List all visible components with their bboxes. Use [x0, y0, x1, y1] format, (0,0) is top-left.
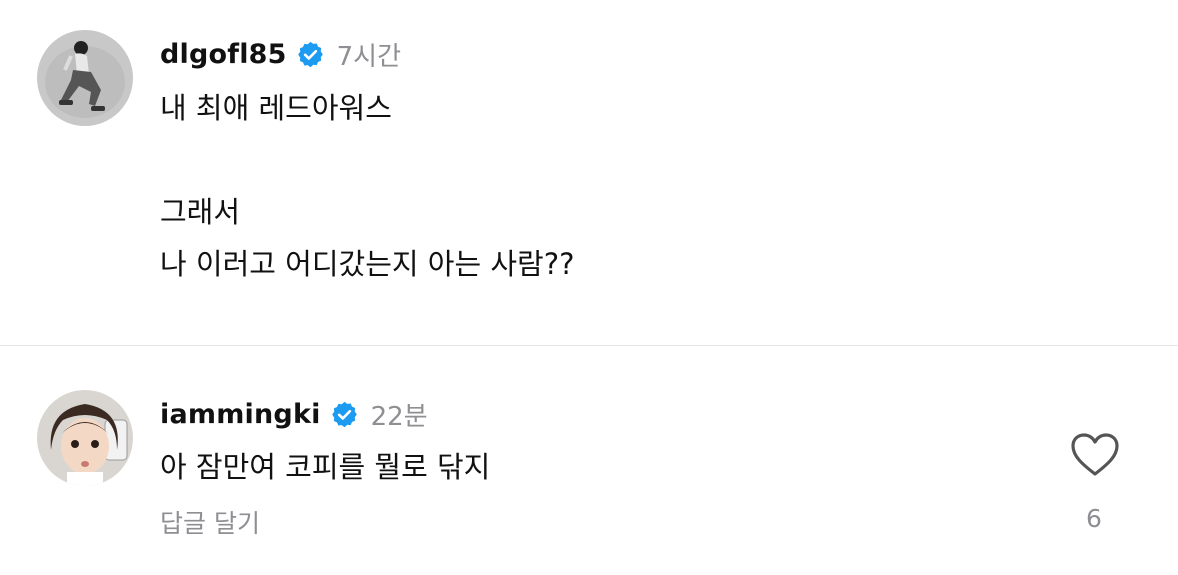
comment-text: 내 최애 레드아워스 그래서 나 이러고 어디갔는지 아는 사람??: [160, 82, 575, 290]
heart-icon[interactable]: [1070, 432, 1120, 478]
comment-line: 내 최애 레드아워스: [160, 91, 392, 125]
timestamp: 22분: [370, 401, 428, 432]
verified-badge-icon: [297, 41, 323, 67]
comment-2: iammingki 22분 아 잠만여 코피를 뭘로 닦지 답글 달기 6: [0, 346, 1178, 575]
avatar-iammingki[interactable]: [37, 390, 133, 486]
timestamp: 7시간: [336, 41, 402, 72]
comment-header: dlgofl85 7시간: [160, 36, 401, 72]
comment-text: 아 잠만여 코피를 뭘로 닦지: [160, 441, 490, 493]
comment-line: 아 잠만여 코피를 뭘로 닦지: [160, 450, 491, 484]
comment-header: iammingki 22분: [160, 396, 428, 432]
reply-button[interactable]: 답글 달기: [160, 504, 260, 540]
comment-line: [160, 134, 575, 186]
comment-1: dlgofl85 7시간 내 최애 레드아워스 그래서 나 이러고 어디갔는지 …: [0, 0, 1178, 345]
comment-line: 그래서: [160, 195, 241, 229]
like-count: 6: [1086, 504, 1102, 533]
verified-badge-icon: [331, 401, 357, 427]
avatar-dlgofl85[interactable]: [37, 30, 133, 126]
username[interactable]: iammingki: [160, 399, 321, 430]
comment-line: 나 이러고 어디갔는지 아는 사람??: [160, 247, 575, 281]
username[interactable]: dlgofl85: [160, 39, 287, 70]
